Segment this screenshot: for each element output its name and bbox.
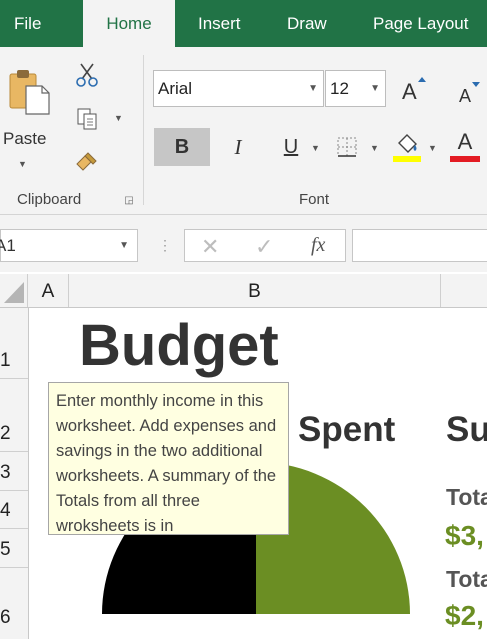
chevron-down-icon[interactable]: ▼	[119, 240, 129, 251]
cut-button[interactable]	[73, 61, 101, 89]
svg-text:A: A	[402, 79, 417, 104]
row-number: 6	[0, 607, 11, 628]
cancel-icon[interactable]: ✕	[201, 234, 219, 260]
formula-bar: A1 ▼ ⋮ ✕ ✓ fx	[0, 215, 487, 272]
borders-button[interactable]	[334, 134, 360, 160]
increase-font-icon: A	[402, 77, 426, 104]
fill-color-button[interactable]	[390, 129, 424, 165]
tab-draw[interactable]: Draw	[287, 0, 327, 47]
paste-button[interactable]	[4, 65, 54, 117]
font-size-dropdown[interactable]: 12 ▼	[325, 70, 386, 107]
font-size-value: 12	[330, 79, 349, 98]
font-name-value: Arial	[158, 79, 193, 98]
format-painter-icon	[76, 152, 97, 171]
borders-icon	[337, 137, 357, 157]
font-color-swatch	[450, 156, 480, 162]
copy-button[interactable]	[73, 105, 101, 133]
paste-dropdown-icon[interactable]: ▼	[18, 159, 27, 169]
tab-file[interactable]: File	[14, 0, 41, 47]
font-name-dropdown[interactable]: Arial ▼	[153, 70, 324, 107]
ribbon-tab-bar: File Home Insert Draw Page Layout	[0, 0, 487, 47]
name-box-value: A1	[0, 236, 16, 255]
font-color-button[interactable]: A	[448, 127, 482, 165]
paste-label[interactable]: Paste	[3, 129, 46, 149]
tab-home[interactable]: Home	[83, 0, 175, 47]
column-header-a[interactable]: A	[28, 274, 69, 307]
row-header-3[interactable]: 3	[0, 452, 28, 491]
ribbon-home: Paste ▼ ▼ Clipboard ◲ Arial ▼ 12 ▼ A A B…	[0, 47, 487, 215]
column-header-b[interactable]: B	[69, 274, 441, 307]
group-separator	[143, 55, 144, 205]
row-headers: 1 2 3 4 5 6	[0, 308, 29, 639]
enter-icon[interactable]: ✓	[255, 234, 273, 260]
tab-page-layout[interactable]: Page Layout	[373, 0, 468, 47]
row-number: 5	[0, 539, 11, 560]
insert-function-button[interactable]: fx	[311, 234, 325, 257]
row-number: 1	[0, 350, 11, 371]
underline-button[interactable]: U	[276, 128, 306, 166]
tab-insert[interactable]: Insert	[198, 0, 241, 47]
clipboard-group-label: Clipboard	[17, 191, 82, 208]
svg-text:A: A	[459, 86, 471, 106]
borders-dropdown-icon[interactable]: ▼	[370, 143, 379, 153]
select-all-icon	[4, 282, 24, 303]
row-number: 4	[0, 500, 11, 521]
italic-button[interactable]: I	[220, 128, 256, 166]
formula-input[interactable]	[352, 229, 487, 262]
name-box[interactable]: A1 ▼	[0, 229, 138, 262]
decrease-font-size-button[interactable]: A	[455, 77, 485, 107]
drag-handle-icon[interactable]: ⋮	[158, 237, 172, 254]
dialog-launcher-icon[interactable]: ◲	[122, 193, 136, 207]
row-header-2[interactable]: 2	[0, 379, 28, 452]
fill-color-icon	[393, 134, 421, 162]
increase-font-size-button[interactable]: A	[398, 73, 428, 105]
row-number: 3	[0, 462, 11, 483]
row-number: 2	[0, 423, 11, 444]
column-headers: A B	[0, 274, 487, 308]
formula-buttons: ✕ ✓ fx	[184, 229, 346, 262]
scissors-icon	[76, 63, 98, 87]
format-painter-button[interactable]	[73, 147, 101, 175]
row-header-1[interactable]: 1	[0, 308, 28, 379]
font-color-label: A	[457, 129, 473, 154]
copy-icon	[77, 108, 97, 130]
paste-icon	[9, 70, 50, 115]
row-header-4[interactable]: 4	[0, 491, 28, 529]
select-all-button[interactable]	[0, 274, 28, 307]
input-message-tooltip: Enter monthly income in this worksheet. …	[48, 382, 289, 535]
font-group-label: Font	[299, 191, 330, 208]
row-header-5[interactable]: 5	[0, 529, 28, 568]
bold-button[interactable]: B	[154, 128, 210, 166]
chevron-down-icon: ▼	[308, 83, 318, 94]
row-header-6[interactable]: 6	[0, 568, 28, 639]
fill-color-dropdown-icon[interactable]: ▼	[428, 143, 437, 153]
underline-dropdown-icon[interactable]: ▼	[311, 143, 320, 153]
decrease-font-icon: A	[459, 82, 480, 106]
chevron-down-icon: ▼	[370, 83, 380, 94]
copy-dropdown-icon[interactable]: ▼	[114, 113, 123, 123]
